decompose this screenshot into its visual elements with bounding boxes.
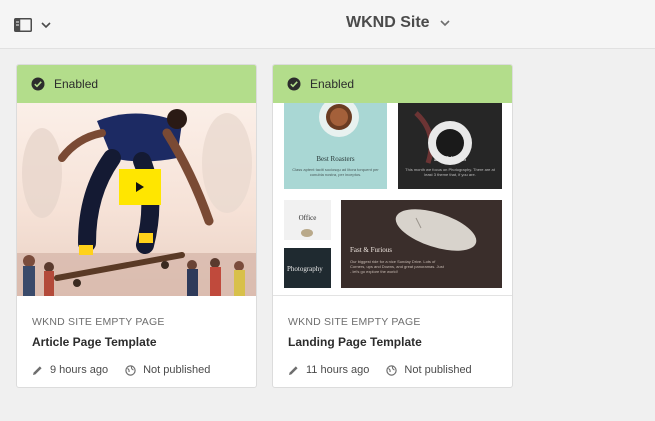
globe-icon bbox=[386, 364, 398, 376]
modified-time: 9 hours ago bbox=[50, 364, 109, 376]
publish-info: Not published bbox=[125, 364, 210, 376]
template-name: Article Page Template bbox=[32, 335, 157, 349]
template-type: WKND SITE EMPTY PAGE bbox=[288, 316, 421, 328]
pencil-icon bbox=[289, 365, 298, 375]
card-meta: WKND SITE EMPTY PAGE Article Page Templa… bbox=[17, 296, 256, 376]
tile-title: Exhibitions bbox=[433, 155, 467, 163]
chevron-down-icon bbox=[439, 20, 450, 27]
modified-time: 11 hours ago bbox=[306, 364, 370, 376]
template-thumbnail[interactable] bbox=[17, 103, 256, 296]
checkmark-circle-icon bbox=[31, 77, 45, 91]
thumbnail-tile-exhibitions: Exhibitions This month we focus on Photo… bbox=[398, 103, 502, 189]
thumbnail-tile-roasters: Best Roasters Class aptent taciti socios… bbox=[284, 103, 387, 189]
pencil-icon bbox=[33, 365, 42, 375]
publish-status: Not published bbox=[143, 364, 211, 376]
publish-info: Not published bbox=[386, 364, 472, 376]
template-card-article[interactable]: Enabled WKND SITE EMPTY PAGE Article Pag… bbox=[16, 64, 257, 388]
status-bar: Enabled bbox=[273, 65, 512, 103]
status-label: Enabled bbox=[310, 77, 355, 91]
info-row: 11 hours ago Not published bbox=[288, 364, 497, 376]
thumbnail-tile-office: Office bbox=[284, 200, 331, 240]
thumbnail-tile-photography: Photography bbox=[284, 248, 331, 288]
play-button[interactable] bbox=[119, 169, 161, 205]
modified-info: 9 hours ago bbox=[32, 364, 108, 376]
mouse-image bbox=[395, 209, 477, 251]
play-icon bbox=[136, 182, 144, 192]
template-thumbnail[interactable]: Best Roasters Class aptent taciti socios… bbox=[273, 103, 512, 296]
status-bar: Enabled bbox=[17, 65, 256, 103]
plant-image bbox=[301, 229, 313, 237]
checkmark-circle-icon bbox=[287, 77, 301, 91]
template-name: Landing Page Template bbox=[288, 335, 422, 349]
tile-text: Class aptent taciti sociosqu ad litora t… bbox=[292, 167, 379, 177]
tile-title: Photography bbox=[287, 265, 323, 273]
tile-text: This month we focus on Photography. Ther… bbox=[405, 167, 495, 177]
sidebar-panel-icon bbox=[14, 18, 32, 32]
tile-title: Fast & Furious bbox=[350, 246, 393, 254]
site-switcher[interactable]: WKND Site bbox=[346, 14, 450, 32]
rail-toggle-button[interactable] bbox=[14, 14, 58, 36]
info-row: 9 hours ago Not published bbox=[32, 364, 241, 376]
status-label: Enabled bbox=[54, 77, 99, 91]
publish-status: Not published bbox=[404, 364, 472, 376]
tile-text: Our biggest ride for a nice Sunday Drive… bbox=[350, 259, 444, 274]
tile-title: Best Roasters bbox=[316, 155, 355, 163]
site-title: WKND Site bbox=[346, 14, 430, 31]
globe-icon bbox=[125, 364, 136, 376]
modified-info: 11 hours ago bbox=[288, 364, 369, 376]
thumbnail-tile-fast-furious: Fast & Furious Our biggest ride for a ni… bbox=[341, 200, 502, 288]
template-card-landing[interactable]: Enabled Best Roasters Class aptent tacit… bbox=[272, 64, 513, 388]
chevron-down-icon bbox=[41, 22, 51, 29]
template-type: WKND SITE EMPTY PAGE bbox=[32, 316, 165, 328]
top-bar: WKND Site bbox=[0, 0, 655, 49]
card-meta: WKND SITE EMPTY PAGE Landing Page Templa… bbox=[273, 296, 512, 376]
